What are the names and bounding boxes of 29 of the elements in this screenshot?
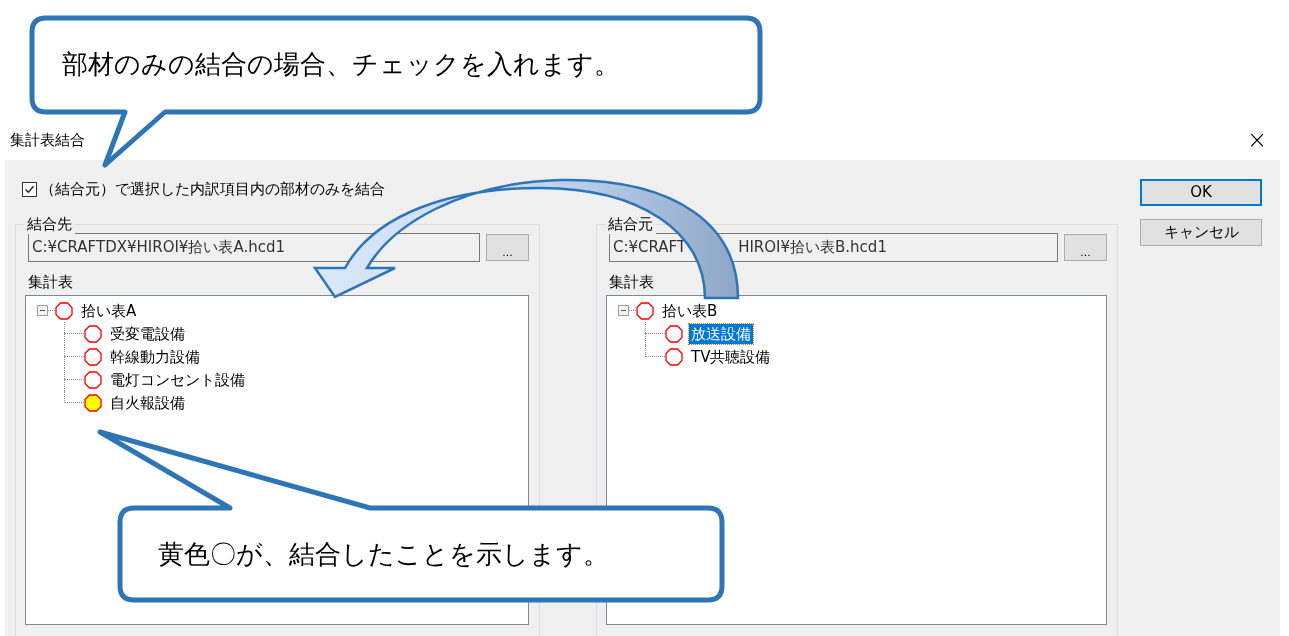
dialog-button[interactable]: OK xyxy=(1140,179,1262,206)
tree-item[interactable]: 幹線動力設備 xyxy=(108,346,202,367)
checkbox[interactable] xyxy=(22,181,37,197)
checkbox-label[interactable]: （結合元）で選択した内訳項目内の部材のみを結合 xyxy=(40,179,385,199)
group-label: 結合元 xyxy=(605,214,656,234)
path-field[interactable]: C:¥CRAFTDX¥HIROI¥拾い表A.hcd1 xyxy=(28,233,480,262)
callout-text: 部材のみの結合の場合、チェックを入れます。 xyxy=(62,48,620,81)
tree-item[interactable]: 拾い表B xyxy=(660,300,720,321)
tree-label: 集計表 xyxy=(27,272,73,292)
path-field[interactable]: C:¥CRAFT HIROI¥拾い表B.hcd1 xyxy=(609,233,1058,262)
tree-label: 集計表 xyxy=(608,272,654,292)
tree-item[interactable]: 自火報設備 xyxy=(108,392,187,413)
tree-item[interactable]: 受変電設備 xyxy=(108,323,187,344)
tree-item[interactable]: 電灯コンセント設備 xyxy=(108,369,247,390)
tree-item[interactable]: 拾い表A xyxy=(79,300,139,321)
browse-button[interactable]: ... xyxy=(1064,234,1107,261)
window-title: 集計表結合 xyxy=(10,130,85,150)
browse-button[interactable]: ... xyxy=(486,234,529,261)
tree-item[interactable]: TV共聴設備 xyxy=(689,346,773,367)
collapse-toggle[interactable] xyxy=(37,305,48,316)
tree-item[interactable]: 放送設備 xyxy=(689,323,753,344)
path-text: C:¥CRAFTDX¥HIROI¥拾い表A.hcd1 xyxy=(32,237,285,259)
path-text: HIROI¥拾い表B.hcd1 xyxy=(738,237,887,259)
callout-text: 黄色〇が、結合したことを示します。 xyxy=(158,538,609,571)
dialog-button[interactable]: キャンセル xyxy=(1140,219,1262,246)
group-label: 結合先 xyxy=(24,214,75,234)
collapse-toggle[interactable] xyxy=(618,305,629,316)
close-button[interactable]: × xyxy=(1246,128,1267,152)
path-text: C:¥CRAFT xyxy=(613,237,687,259)
